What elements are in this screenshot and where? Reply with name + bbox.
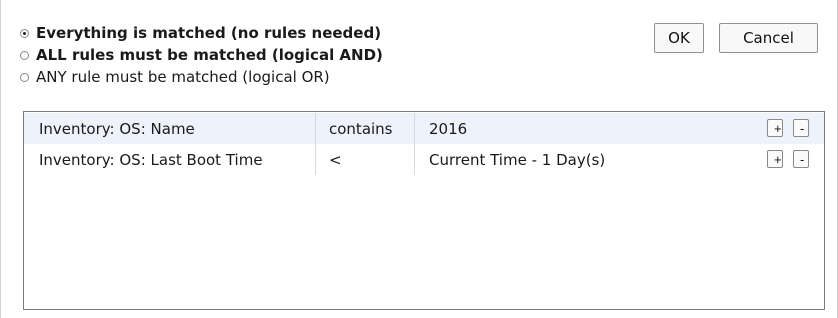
radio-button[interactable] (20, 50, 29, 60)
rule-operator[interactable]: < (315, 144, 415, 175)
radio-button[interactable] (20, 72, 29, 82)
radio-label-everything: Everything is matched (no rules needed) (36, 24, 382, 42)
remove-rule-button[interactable]: - (793, 119, 809, 137)
cancel-button[interactable]: Cancel (719, 23, 818, 53)
radio-option-any-rule[interactable]: ANY rule must be matched (logical OR) (20, 66, 383, 88)
add-rule-button[interactable]: + (767, 119, 783, 137)
rule-operator[interactable]: contains (315, 113, 415, 144)
rules-list: Inventory: OS: Name contains 2016 + - In… (23, 111, 825, 310)
radio-option-everything[interactable]: Everything is matched (no rules needed) (20, 22, 383, 44)
rule-row[interactable]: Inventory: OS: Last Boot Time < Current … (24, 144, 824, 175)
radio-label-all-rules: ALL rules must be matched (logical AND) (36, 46, 383, 64)
rule-value[interactable]: Current Time - 1 Day(s) (415, 144, 755, 175)
rule-field[interactable]: Inventory: OS: Name (24, 113, 315, 144)
radio-option-all-rules[interactable]: ALL rules must be matched (logical AND) (20, 44, 383, 66)
rule-field[interactable]: Inventory: OS: Last Boot Time (24, 144, 315, 175)
rule-row[interactable]: Inventory: OS: Name contains 2016 + - (24, 113, 824, 144)
radio-button-selected[interactable] (20, 28, 29, 38)
rule-value[interactable]: 2016 (415, 113, 755, 144)
remove-rule-button[interactable]: - (793, 150, 809, 168)
dialog-left-border (0, 0, 1, 318)
radio-label-any-rule: ANY rule must be matched (logical OR) (36, 68, 330, 86)
match-mode-radio-group: Everything is matched (no rules needed) … (20, 22, 383, 88)
ok-button[interactable]: OK (654, 23, 704, 53)
radio-dot-icon (23, 31, 26, 35)
add-rule-button[interactable]: + (767, 150, 783, 168)
